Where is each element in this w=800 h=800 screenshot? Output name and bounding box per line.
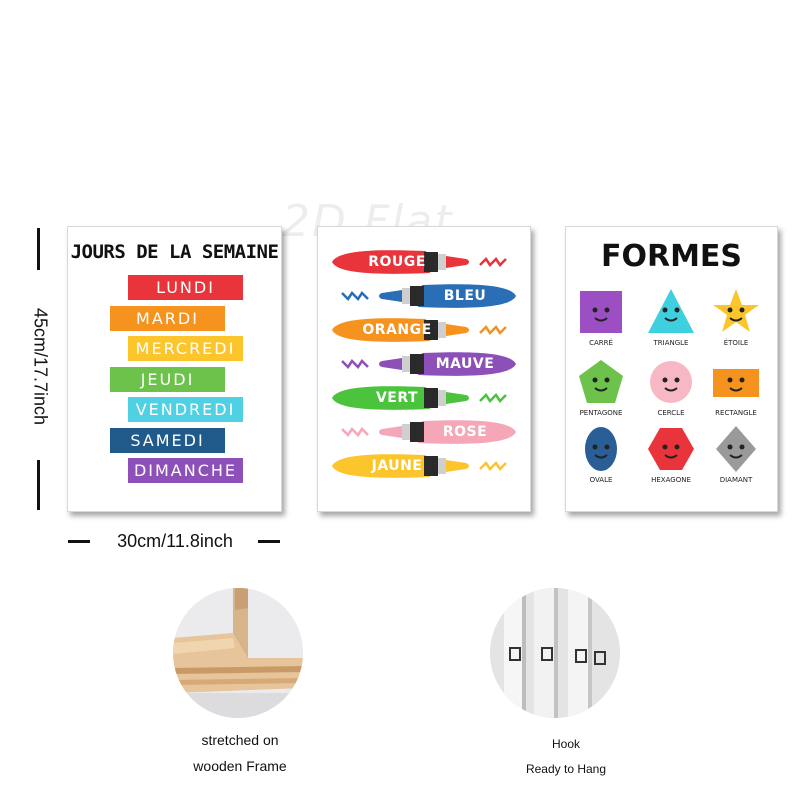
- shape-label-pentagon: PENTAGONE: [579, 409, 623, 417]
- height-label: 45cm/17.7inch: [30, 307, 51, 426]
- paint-brush-orange: ORANGE: [318, 313, 530, 347]
- hook-caption-line1: Hook: [551, 737, 580, 751]
- height-bar-top: [37, 228, 40, 270]
- width-bar-right: [258, 540, 280, 543]
- color-label-jaune: JAUNE: [371, 458, 423, 474]
- shape-label-circle: CERCLE: [657, 409, 685, 417]
- color-label-vert: VERT: [375, 390, 419, 406]
- triangle-icon: [646, 287, 696, 337]
- color-label-orange: ORANGE: [362, 322, 432, 338]
- oval-icon: [576, 424, 626, 474]
- rectangle-icon: [711, 357, 761, 407]
- day-label-jeudi: JEUDI: [110, 366, 225, 392]
- poster-colors: ROUGE BLEU ORANGE MAUVE VERT ROSE JAUNE: [317, 226, 531, 512]
- frame-caption-line1: stretched on: [201, 732, 279, 748]
- shape-label-triangle: TRIANGLE: [653, 339, 689, 347]
- day-label-vendredi: VENDREDI: [128, 397, 243, 422]
- paint-brush-mauve: MAUVE: [318, 347, 530, 381]
- hook-photo: [490, 588, 620, 718]
- day-label-lundi: LUNDI: [128, 275, 243, 300]
- paint-brush-bleu: BLEU: [318, 279, 530, 313]
- paint-brush-rouge: ROUGE: [318, 245, 530, 279]
- circle-icon: [646, 357, 696, 407]
- day-label-samedi: SAMEDI: [110, 427, 225, 453]
- width-bar-left: [68, 540, 90, 543]
- day-label-dimanche: DIMANCHE: [128, 458, 243, 483]
- color-label-rouge: ROUGE: [368, 254, 426, 270]
- day-label-mardi: MARDI: [110, 305, 225, 331]
- shape-label-hexagon: HEXAGONE: [651, 476, 691, 484]
- diamond-icon: [711, 424, 761, 474]
- width-label: 30cm/11.8inch: [117, 531, 233, 551]
- color-label-bleu: BLEU: [443, 288, 487, 304]
- poster-shapes-title: FORMES: [600, 239, 743, 274]
- poster-days-of-week: JOURS DE LA SEMAINE LUNDI MARDI MERCREDI JE…: [67, 226, 282, 512]
- wooden-frame-photo: [173, 588, 303, 718]
- hexagon-icon: [646, 424, 696, 474]
- day-label-mercredi: MERCREDI: [128, 336, 243, 361]
- shape-label-star: ÉTOILE: [723, 339, 749, 347]
- color-label-rose: ROSE: [442, 424, 488, 440]
- shape-label-rectangle: RECTANGLE: [715, 409, 757, 417]
- poster-shapes: FORMES CARRÉ TRIANGLE ÉTOILE PENTAGONE CERCL…: [565, 226, 778, 512]
- shape-label-square: CARRÉ: [589, 339, 613, 347]
- pentagon-icon: [576, 357, 626, 407]
- square-icon: [576, 287, 626, 337]
- color-label-mauve: MAUVE: [435, 356, 495, 372]
- poster-days-title: JOURS DE LA SEMAINE: [70, 241, 279, 263]
- star-icon: [711, 287, 761, 337]
- hook-caption-line2: Ready to Hang: [525, 762, 607, 776]
- paint-brush-jaune: JAUNE: [318, 449, 530, 483]
- shape-label-diamond: DIAMANT: [719, 476, 753, 484]
- shape-label-oval: OVALE: [589, 476, 613, 484]
- paint-brush-rose: ROSE: [318, 415, 530, 449]
- frame-caption-line2: wooden Frame: [193, 758, 287, 774]
- height-bar-bottom: [37, 460, 40, 510]
- paint-brush-vert: VERT: [318, 381, 530, 415]
